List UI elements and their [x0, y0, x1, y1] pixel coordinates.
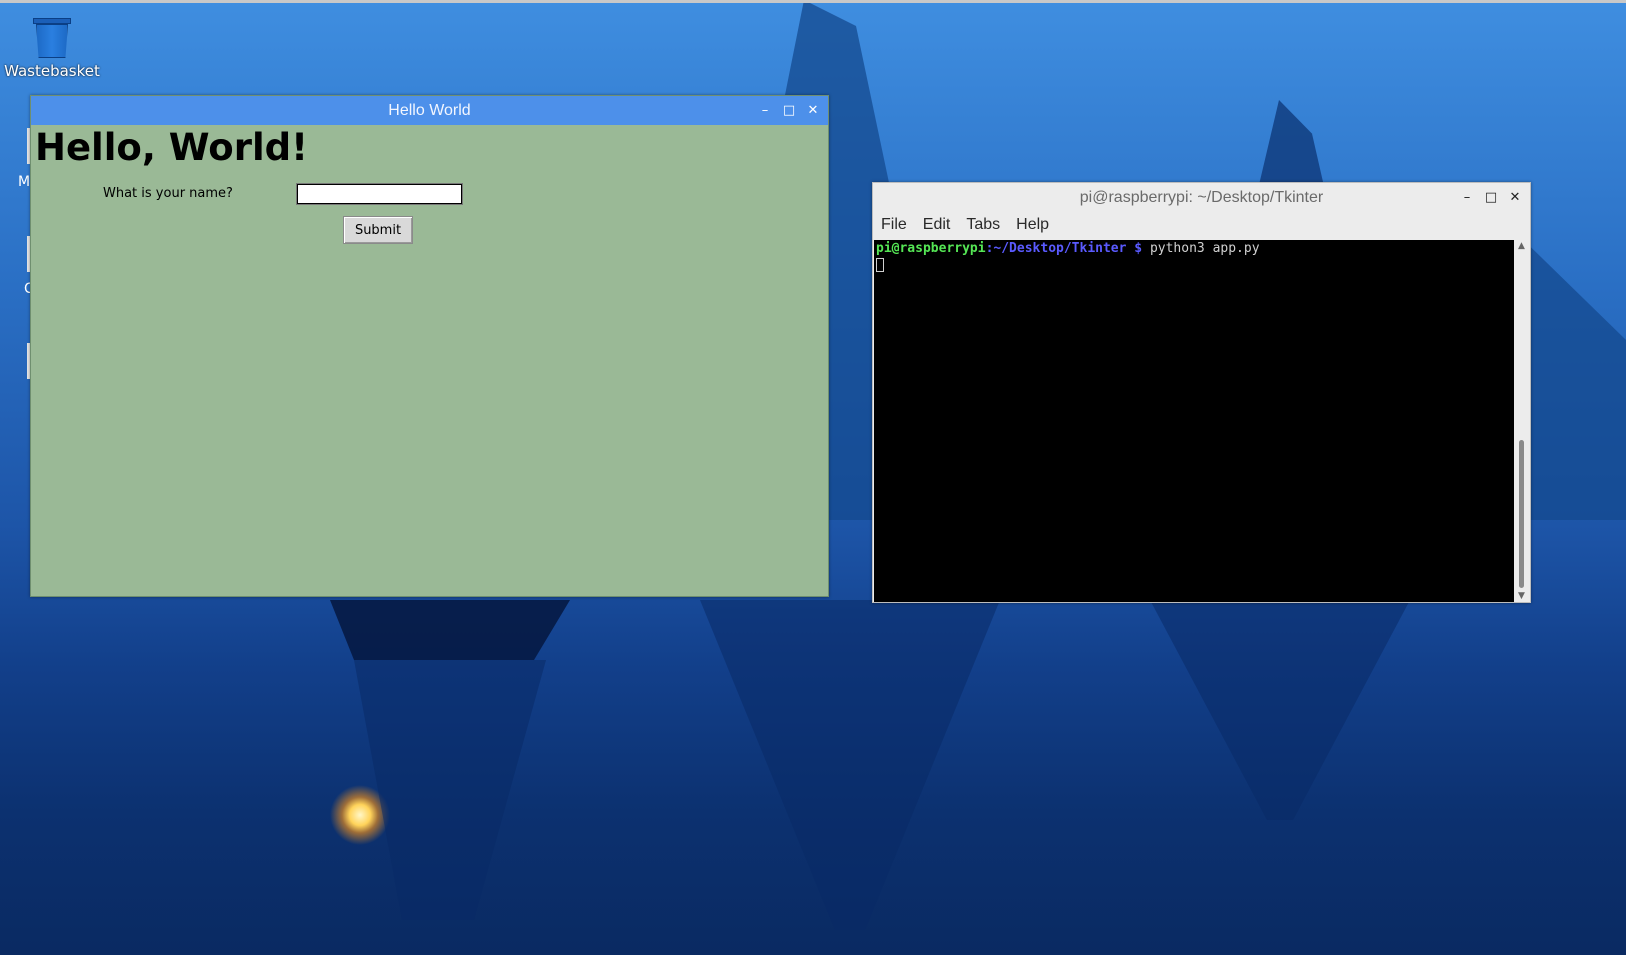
terminal-titlebar[interactable]: pi@raspberrypi: ~/Desktop/Tkinter – □ ✕ — [873, 183, 1530, 212]
menu-file[interactable]: File — [873, 212, 915, 239]
scrollbar-thumb[interactable] — [1519, 440, 1524, 588]
submit-button[interactable]: Submit — [343, 216, 413, 244]
scroll-down-icon[interactable]: ▼ — [1514, 590, 1529, 602]
name-prompt-label: What is your name? — [103, 186, 233, 201]
wastebasket-label: Wastebasket — [4, 62, 100, 80]
window-controls: – □ ✕ — [1458, 183, 1524, 212]
terminal-line — [876, 257, 1512, 273]
wastebasket-desktop-icon[interactable]: Wastebasket — [4, 14, 100, 84]
minimize-icon[interactable]: – — [1458, 189, 1476, 207]
terminal-command: python3 app.py — [1149, 241, 1260, 256]
name-input[interactable] — [296, 183, 463, 205]
hidden-desktop-icon-label: M — [18, 174, 31, 190]
terminal-cursor — [876, 257, 884, 272]
terminal-line: pi@raspberrypi:~/Desktop/Tkinter $ pytho… — [876, 241, 1512, 257]
desktop-background: Wastebasket M C Hello World – □ ✕ Hello,… — [0, 0, 1626, 955]
terminal-menubar: File Edit Tabs Help — [873, 212, 1530, 239]
prompt-user: pi@raspberrypi — [876, 241, 986, 256]
prompt-path: ~/Desktop/Tkinter $ — [993, 241, 1143, 256]
wallpaper-reflection — [700, 600, 1000, 930]
wallpaper-reflection — [1150, 600, 1410, 820]
wallpaper-boat — [330, 600, 570, 660]
close-icon[interactable]: ✕ — [804, 102, 822, 120]
terminal-scrollbar[interactable]: ▲ ▼ — [1514, 240, 1529, 602]
hello-world-titlebar[interactable]: Hello World – □ ✕ — [31, 96, 828, 125]
close-icon[interactable]: ✕ — [1506, 189, 1524, 207]
menu-tabs[interactable]: Tabs — [958, 212, 1008, 239]
hello-heading: Hello, World! — [35, 126, 308, 169]
wallpaper-reflection — [354, 660, 546, 920]
hello-world-window: Hello World – □ ✕ Hello, World! What is … — [30, 95, 829, 597]
maximize-icon[interactable]: □ — [780, 102, 798, 120]
minimize-icon[interactable]: – — [756, 102, 774, 120]
terminal-output[interactable]: pi@raspberrypi:~/Desktop/Tkinter $ pytho… — [874, 240, 1514, 602]
maximize-icon[interactable]: □ — [1482, 189, 1500, 207]
scroll-up-icon[interactable]: ▲ — [1514, 240, 1529, 252]
window-controls: – □ ✕ — [756, 96, 822, 125]
wastebasket-icon — [33, 18, 71, 58]
window-title: Hello World — [388, 102, 471, 119]
window-title: pi@raspberrypi: ~/Desktop/Tkinter — [1079, 189, 1324, 206]
menu-help[interactable]: Help — [1008, 212, 1057, 239]
menu-edit[interactable]: Edit — [915, 212, 959, 239]
terminal-window: pi@raspberrypi: ~/Desktop/Tkinter – □ ✕ … — [872, 182, 1531, 603]
top-panel-edge — [0, 0, 1626, 3]
